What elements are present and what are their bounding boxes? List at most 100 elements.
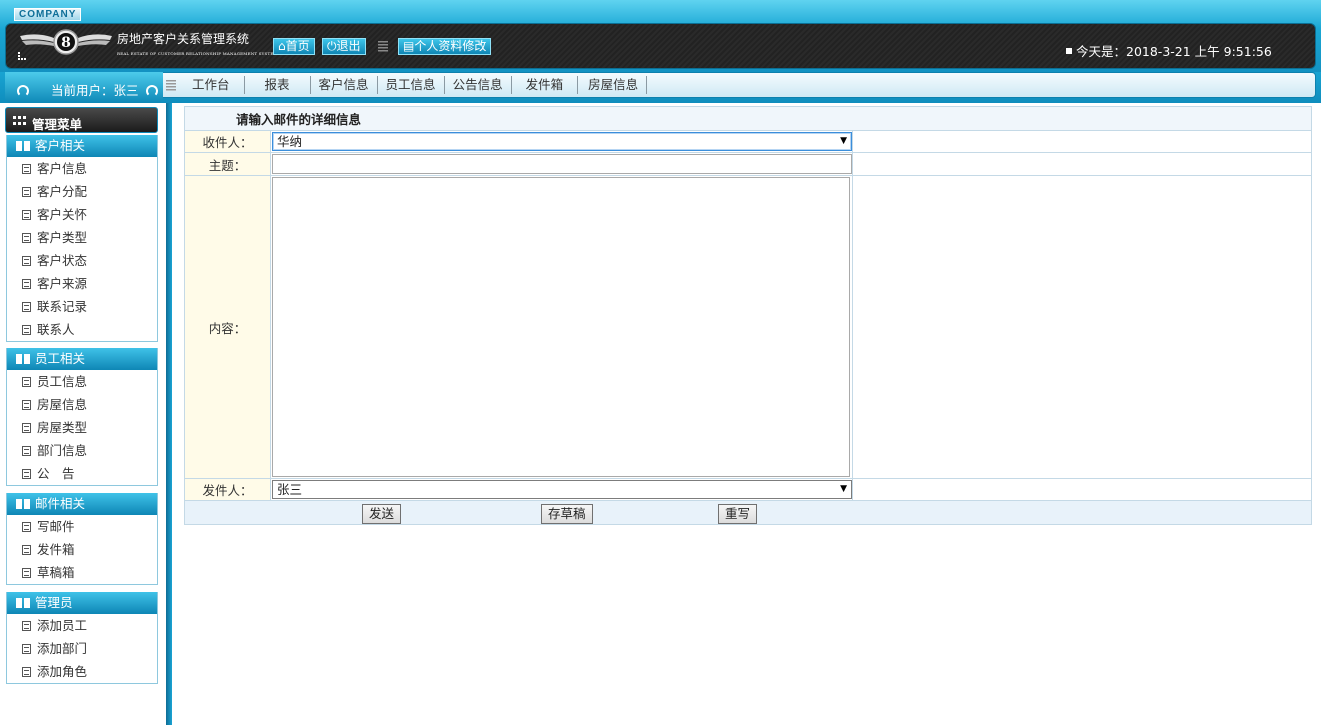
sidebar-item-customer-status[interactable]: 客户状态 (7, 249, 157, 272)
nav-item-reports[interactable]: 报表 (245, 76, 311, 94)
sidebar-group-mail: 邮件相关 写邮件 发件箱 草稿箱 (6, 493, 158, 585)
page-icon (22, 210, 31, 220)
mail-form-panel: 请输入邮件的详细信息 收件人： 华纳 ▼ 主题： 内容： 发件人： 张三 ▼ 发… (184, 106, 1312, 525)
sidebar-item-notice[interactable]: 公 告 (7, 462, 157, 485)
group-header[interactable]: 员工相关 (7, 348, 157, 370)
page-icon (22, 522, 31, 532)
nav-item-employees[interactable]: 员工信息 (378, 76, 445, 94)
nav-item-customers[interactable]: 客户信息 (311, 76, 378, 94)
book-icon (16, 598, 30, 608)
book-icon (16, 499, 30, 509)
system-subtitle: REAL ESTATE OF CUSTOMER RELATIONSHIP MAN… (117, 51, 278, 56)
page-icon (22, 446, 31, 456)
nav-item-houses[interactable]: 房屋信息 (578, 76, 648, 94)
nav-item-notices[interactable]: 公告信息 (445, 76, 512, 94)
sidebar-item-house-type[interactable]: 房屋类型 (7, 416, 157, 439)
grip-icon (166, 80, 176, 91)
ring-icon (17, 85, 29, 97)
mail-form: 请输入邮件的详细信息 收件人： 华纳 ▼ 主题： 内容： 发件人： 张三 ▼ 发… (184, 106, 1312, 525)
grid-dots-icon (18, 52, 26, 60)
list-separator-icon (378, 41, 388, 52)
save-draft-button[interactable]: 存草稿 (541, 503, 593, 524)
content-label: 内容： (184, 175, 271, 479)
page-icon (22, 233, 31, 243)
sidebar-item-add-department[interactable]: 添加部门 (7, 637, 157, 660)
svg-text:8: 8 (61, 35, 71, 51)
sidebar-item-add-role[interactable]: 添加角色 (7, 660, 157, 683)
menu-title: 管理菜单 (32, 117, 83, 132)
power-icon: ⏻ (327, 39, 337, 53)
system-title: 房地产客户关系管理系统 (117, 32, 250, 46)
page-icon (22, 325, 31, 335)
square-bullet-icon (1066, 48, 1072, 54)
form-actions: 发送 存草稿 重写 (184, 500, 1312, 525)
subject-label: 主题： (184, 152, 271, 176)
nav-bar: 当前用户：张三 工作台 报表 客户信息 员工信息 公告信息 发件箱 房屋信息 (0, 72, 1321, 103)
current-user-label: 当前用户：张三 (51, 83, 139, 98)
group-header[interactable]: 客户相关 (7, 135, 157, 157)
current-user-tab: 当前用户：张三 (5, 72, 163, 103)
sidebar-item-contacts[interactable]: 联系人 (7, 318, 157, 341)
sender-label: 发件人： (184, 478, 271, 501)
page-icon (22, 545, 31, 555)
page-icon (22, 621, 31, 631)
group-header[interactable]: 管理员 (7, 592, 157, 614)
page-icon (22, 644, 31, 654)
page-icon (22, 256, 31, 266)
page-icon (22, 667, 31, 677)
home-icon: ⌂ (278, 39, 286, 53)
top-menu: 工作台 报表 客户信息 员工信息 公告信息 发件箱 房屋信息 (178, 76, 648, 94)
page-icon (22, 164, 31, 174)
sidebar-item-employee-info[interactable]: 员工信息 (7, 370, 157, 393)
home-button[interactable]: ⌂首页 (273, 38, 315, 55)
recipient-select[interactable]: 华纳 ▼ (272, 132, 852, 151)
reset-button[interactable]: 重写 (718, 503, 758, 524)
document-icon: ▤ (403, 39, 415, 53)
form-title: 请输入邮件的详细信息 (184, 106, 1312, 131)
page-icon (22, 469, 31, 479)
sidebar-group-admin: 管理员 添加员工 添加部门 添加角色 (6, 592, 158, 684)
company-badge: COMPANY (14, 8, 82, 21)
sidebar-item-customer-care[interactable]: 客户关怀 (7, 203, 157, 226)
subject-input[interactable] (272, 154, 852, 174)
sidebar-group-customers: 客户相关 客户信息 客户分配 客户关怀 客户类型 客户状态 客户来源 联系记录 … (6, 135, 158, 342)
group-header[interactable]: 邮件相关 (7, 493, 157, 515)
menu-header: 管理菜单 (5, 107, 158, 133)
content-textarea[interactable] (272, 177, 850, 477)
sidebar-item-drafts[interactable]: 草稿箱 (7, 561, 157, 584)
sidebar-group-employees: 员工相关 员工信息 房屋信息 房屋类型 部门信息 公 告 (6, 348, 158, 486)
sidebar: 管理菜单 客户相关 客户信息 客户分配 客户关怀 客户类型 客户状态 客户来源 … (0, 103, 166, 725)
sidebar-item-customer-type[interactable]: 客户类型 (7, 226, 157, 249)
book-icon (16, 354, 30, 364)
page-icon (22, 423, 31, 433)
sidebar-item-customer-source[interactable]: 客户来源 (7, 272, 157, 295)
sidebar-item-customer-info[interactable]: 客户信息 (7, 157, 157, 180)
sidebar-item-write-mail[interactable]: 写邮件 (7, 515, 157, 538)
ring-icon (146, 85, 158, 97)
sidebar-divider (166, 103, 172, 725)
page-icon (22, 568, 31, 578)
grid-menu-icon (13, 116, 26, 125)
nav-item-workbench[interactable]: 工作台 (178, 76, 245, 94)
send-button[interactable]: 发送 (362, 503, 402, 524)
page-icon (22, 377, 31, 387)
nav-item-outbox[interactable]: 发件箱 (512, 76, 579, 94)
sidebar-item-house-info[interactable]: 房屋信息 (7, 393, 157, 416)
sidebar-item-add-employee[interactable]: 添加员工 (7, 614, 157, 637)
page-icon (22, 279, 31, 289)
sidebar-item-outbox[interactable]: 发件箱 (7, 538, 157, 561)
sender-select[interactable]: 张三 ▼ (272, 480, 852, 499)
sidebar-item-department-info[interactable]: 部门信息 (7, 439, 157, 462)
dropdown-arrow-icon: ▼ (840, 484, 847, 494)
profile-edit-button[interactable]: ▤个人资料修改 (398, 38, 492, 55)
sidebar-item-contact-records[interactable]: 联系记录 (7, 295, 157, 318)
page-icon (22, 400, 31, 410)
bentley-logo-icon: 8 (20, 29, 112, 55)
logout-button[interactable]: ⏻退出 (322, 38, 366, 55)
page-icon (22, 187, 31, 197)
book-icon (16, 141, 30, 151)
recipient-label: 收件人： (184, 130, 271, 153)
top-header: COMPANY 8 房地产客户关系管理系统 REAL ESTATE OF CUS… (0, 0, 1321, 72)
dropdown-arrow-icon: ▼ (840, 136, 847, 146)
sidebar-item-customer-assign[interactable]: 客户分配 (7, 180, 157, 203)
